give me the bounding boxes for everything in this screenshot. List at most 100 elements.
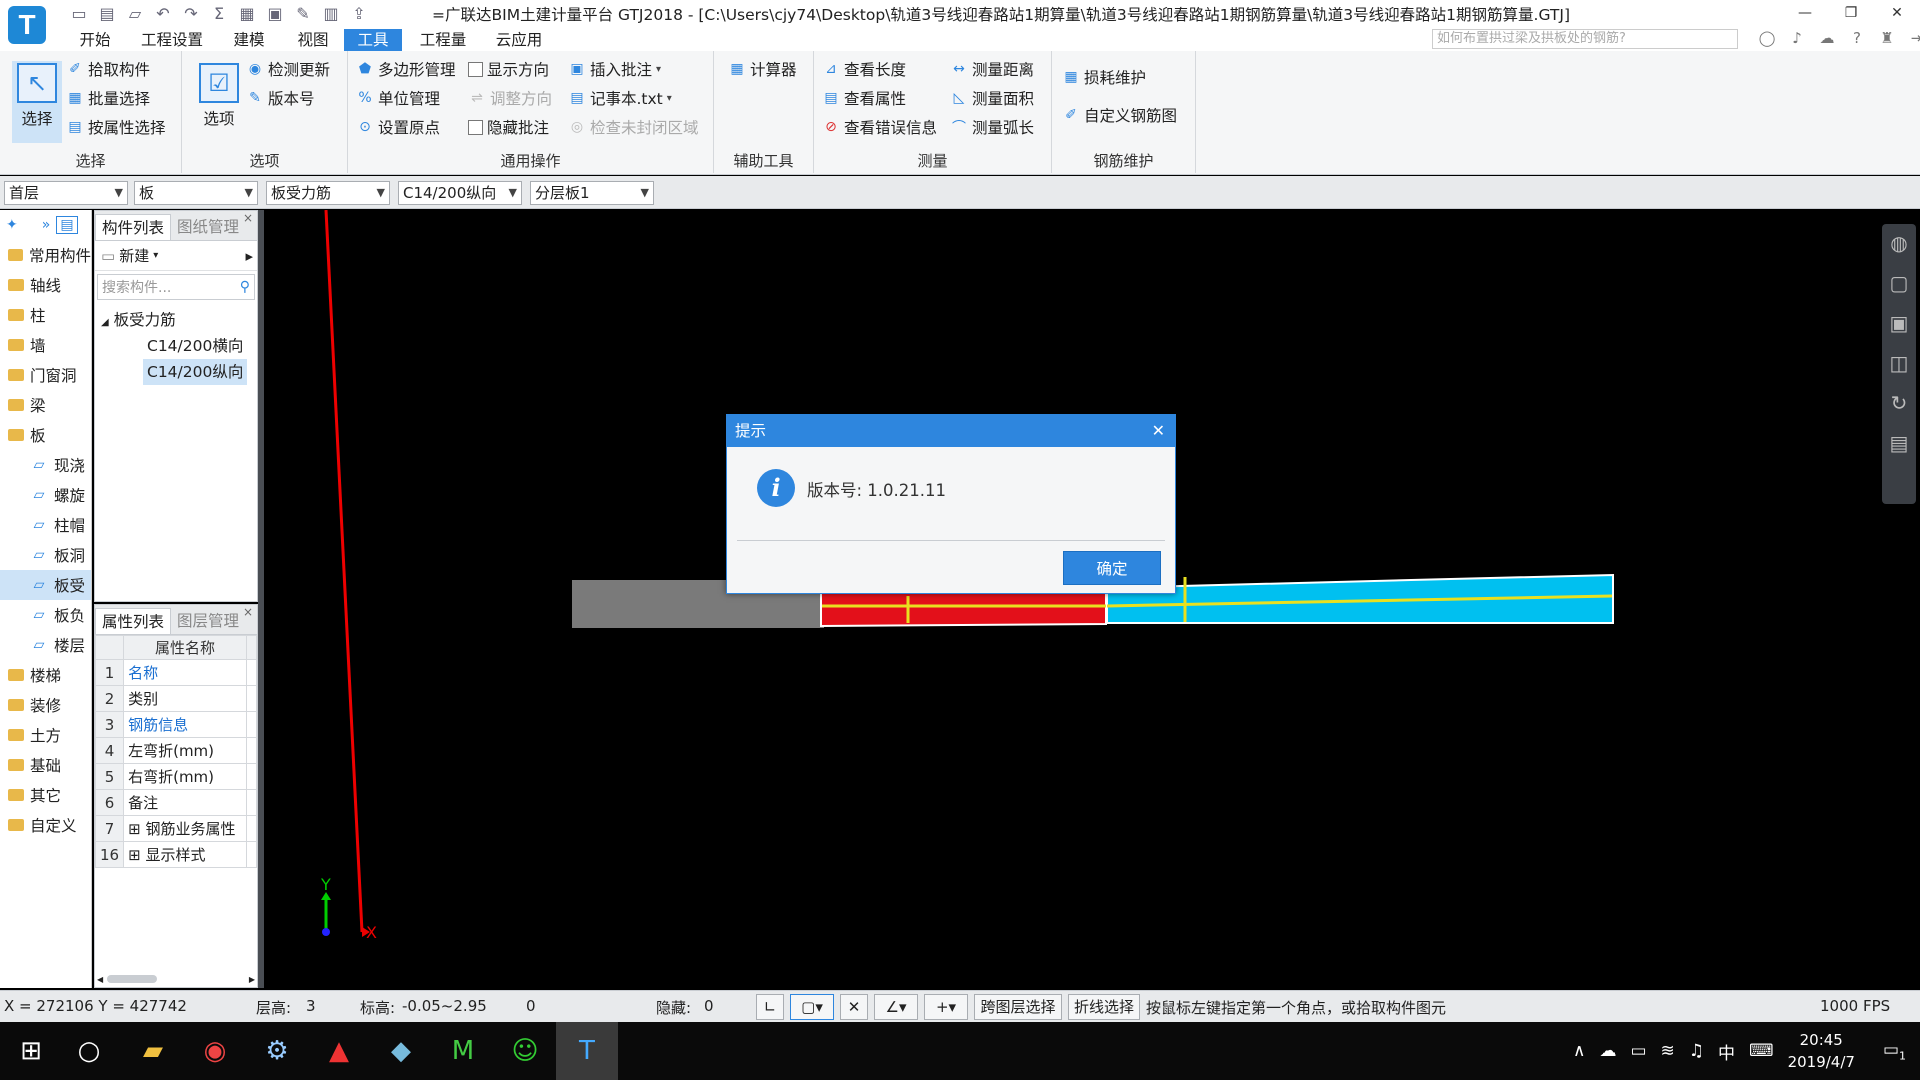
close-icon[interactable]: ✕ [1874,0,1920,26]
polygon-manage-button[interactable]: ⬟ 多边形管理 [356,57,456,81]
version-button[interactable]: ✎ 版本号 [246,86,314,110]
tab-cloud[interactable]: 云应用 [490,29,548,51]
help-search-input[interactable]: 如何布置拱过梁及拱板处的钢筋? [1432,29,1738,49]
options-button[interactable]: ☑ 选项 [196,63,242,129]
exit-icon[interactable]: ⇥ [1906,27,1920,49]
expand-icon[interactable]: ⊞ [128,820,145,838]
property-value-cell[interactable] [246,685,257,712]
tab-view[interactable]: 视图 [288,29,338,51]
new-button[interactable]: 新建 [119,245,149,266]
gtj-app-icon[interactable]: T [556,1022,618,1080]
angle-button[interactable]: ∠▾ [874,994,918,1020]
offset-button[interactable]: +▾ [924,994,968,1020]
export-icon[interactable]: ⇪ [346,2,372,24]
property-value-cell[interactable] [246,815,257,842]
property-row[interactable]: 16 ⊞ 显示样式 [94,841,257,868]
property-name-cell[interactable]: ⊞ 钢筋业务属性 [123,815,247,842]
pen-icon[interactable]: ✎ [290,2,316,24]
keyboard-icon[interactable]: ⌨ [1749,1041,1774,1061]
cube-icon[interactable]: ◫ [1886,350,1912,376]
tree-item-horizontal[interactable]: C14/200横向 [101,333,251,359]
steam-icon[interactable]: ⚙ [246,1022,308,1080]
layer-select[interactable]: 分层板1 ▼ [530,181,654,205]
tab-component-list[interactable]: 构件列表 [95,214,172,240]
property-name-cell[interactable]: 左弯折(mm) [123,737,247,764]
orbit-icon[interactable]: ◍ [1886,230,1912,256]
property-name-cell[interactable]: ⊞ 显示样式 [123,841,247,868]
check-unclosed-button[interactable]: ◎ 检查未封闭区域 [568,115,699,139]
calculator-button[interactable]: ▦ 计算器 [728,57,796,81]
nav-item[interactable]: 常用构件 [0,240,91,270]
restore-icon[interactable]: ❐ [1828,0,1874,26]
measure-arc-button[interactable]: ⌒ 测量弧长 [950,115,1034,139]
minimize-icon[interactable]: — [1782,0,1828,26]
close-icon[interactable]: × [243,211,253,225]
nav-item[interactable]: ▱ 楼层 [0,630,91,660]
help-icon[interactable]: ? [1846,27,1868,49]
app-logo[interactable]: T [8,6,46,44]
check-update-button[interactable]: ◉ 检测更新 [246,57,330,81]
property-row[interactable]: 1 名称 [94,659,257,686]
pin-icon[interactable]: ✦ [6,217,18,233]
property-row[interactable]: 2 类别 [94,685,257,712]
nav-item[interactable]: ▱ 柱帽 [0,510,91,540]
show-direction-checkbox[interactable]: 显示方向 [468,57,549,81]
property-row[interactable]: 5 右弯折(mm) [94,763,257,790]
nav-item[interactable]: 土方 [0,720,91,750]
cross-snap-button[interactable]: ✕ [840,994,868,1020]
nav-item[interactable]: 梁 [0,390,91,420]
slab-cyan[interactable] [1106,573,1614,624]
nav-item[interactable]: ▱ 螺旋 [0,480,91,510]
component-select[interactable]: C14/200纵向 ▼ [398,181,522,205]
print-icon[interactable]: ▣ [262,2,288,24]
collapse-icon[interactable]: ◢ [101,317,109,328]
autocad-icon[interactable]: ▲ [308,1022,370,1080]
glodon-app-icon[interactable]: ◆ [370,1022,432,1080]
property-value-cell[interactable] [246,737,257,764]
view-errors-button[interactable]: ⊘ 查看错误信息 [822,115,937,139]
pick-component-button[interactable]: ✐ 拾取构件 [66,57,150,81]
property-name-cell[interactable]: 备注 [123,789,247,816]
scroll-right-icon[interactable]: ▶ [249,975,255,984]
tree-root[interactable]: ◢ 板受力筋 [101,307,251,333]
notification-icon[interactable]: ▭1 [1883,1040,1906,1062]
m-app-icon[interactable]: M [432,1022,494,1080]
property-value-cell[interactable] [246,659,257,686]
component-search-input[interactable]: 搜索构件... ⚲ [97,274,255,300]
rotate-icon[interactable]: ↻ [1886,390,1912,416]
nav-item[interactable]: ▱ 板受 [0,570,91,600]
horizontal-scrollbar[interactable]: ◀ ▶ [97,973,255,985]
tab-drawing-manage[interactable]: 图纸管理 [171,214,245,240]
chevron-down-icon[interactable]: ▾ [153,250,158,261]
property-name-cell[interactable]: 名称 [123,659,247,686]
property-name-cell[interactable]: 类别 [123,685,247,712]
property-value-cell[interactable] [246,841,257,868]
scroll-left-icon[interactable]: ◀ [97,975,103,984]
property-name-cell[interactable]: 钢筋信息 [123,711,247,738]
polyline-select-button[interactable]: 折线选择 [1068,994,1140,1020]
tab-modeling[interactable]: 建模 [224,29,274,51]
insert-annotation-button[interactable]: ▣ 插入批注 ▾ [568,57,661,81]
adjust-direction-button[interactable]: ⇌ 调整方向 [468,86,552,110]
cortana-search-icon[interactable]: ○ [58,1022,120,1080]
close-icon[interactable]: ✕ [1152,415,1165,447]
user-icon[interactable]: ◯ [1756,27,1778,49]
category-select[interactable]: 板 ▼ [134,181,258,205]
open-icon[interactable]: ▱ [122,2,148,24]
property-name-cell[interactable]: 右弯折(mm) [123,763,247,790]
nav-item[interactable]: 墙 [0,330,91,360]
property-value-cell[interactable] [246,711,257,738]
property-value-cell[interactable] [246,763,257,790]
tab-project-settings[interactable]: 工程设置 [138,29,206,51]
nav-item[interactable]: 其它 [0,780,91,810]
hide-annotation-checkbox[interactable]: 隐藏批注 [468,115,549,139]
cross-layer-select-button[interactable]: 跨图层选择 [974,994,1062,1020]
expand-icon[interactable]: ⊞ [128,846,145,864]
redo-icon[interactable]: ↷ [178,2,204,24]
list-view-icon[interactable]: ▤ [1886,430,1912,456]
nav-item[interactable]: ▱ 板洞 [0,540,91,570]
select-by-property-button[interactable]: ▤ 按属性选择 [66,115,165,139]
3d-box-icon[interactable]: ▢ [1886,270,1912,296]
ok-button[interactable]: 确定 [1063,551,1161,585]
windows-start-icon[interactable]: ⊞ [0,1022,62,1080]
